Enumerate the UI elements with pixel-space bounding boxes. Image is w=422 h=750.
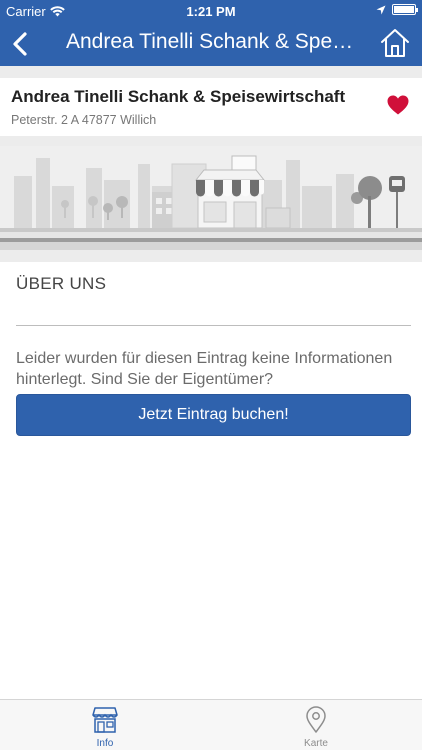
location-arrow-icon (376, 5, 386, 14)
favorite-button[interactable] (386, 94, 410, 116)
status-time: 1:21 PM (186, 4, 236, 19)
top-spacer (0, 66, 422, 78)
location-pin-icon (306, 706, 326, 733)
tab-karte[interactable]: Karte (256, 704, 376, 750)
book-entry-button[interactable]: Jetzt Eintrag buchen! (16, 394, 411, 436)
business-name: Andrea Tinelli Schank & Speisewirtschaft (11, 87, 346, 106)
section-spacer (0, 250, 422, 262)
home-icon (381, 29, 409, 57)
navigation-bar: Carrier 1:21 PM Andrea Tinelli Schank & … (0, 0, 422, 66)
chevron-left-icon (13, 32, 27, 56)
about-divider (16, 325, 411, 326)
book-entry-label: Jetzt Eintrag buchen! (138, 406, 289, 423)
business-address: Peterstr. 2 A 47877 Willich (11, 113, 157, 127)
back-button[interactable] (6, 27, 36, 61)
battery-icon (392, 4, 418, 15)
shop-icon (92, 707, 118, 733)
tab-info-label: Info (96, 738, 114, 749)
tab-info[interactable]: Info (45, 704, 165, 750)
tab-karte-label: Karte (304, 738, 328, 749)
nav-title: Andrea Tinelli Schank & Speisewirtschaft (66, 30, 356, 53)
section-spacer (0, 136, 422, 146)
tab-bar: Info Karte (0, 699, 422, 750)
heart-icon (387, 95, 409, 115)
shop-illustration (0, 146, 422, 250)
street-illustration (0, 146, 422, 250)
home-button[interactable] (378, 26, 412, 60)
about-text: Leider wurden für diesen Eintrag keine I… (16, 350, 393, 388)
business-header: Andrea Tinelli Schank & Speisewirtschaft… (0, 78, 422, 136)
status-bar: Carrier 1:21 PM (0, 0, 422, 22)
about-title: ÜBER UNS (16, 274, 107, 293)
